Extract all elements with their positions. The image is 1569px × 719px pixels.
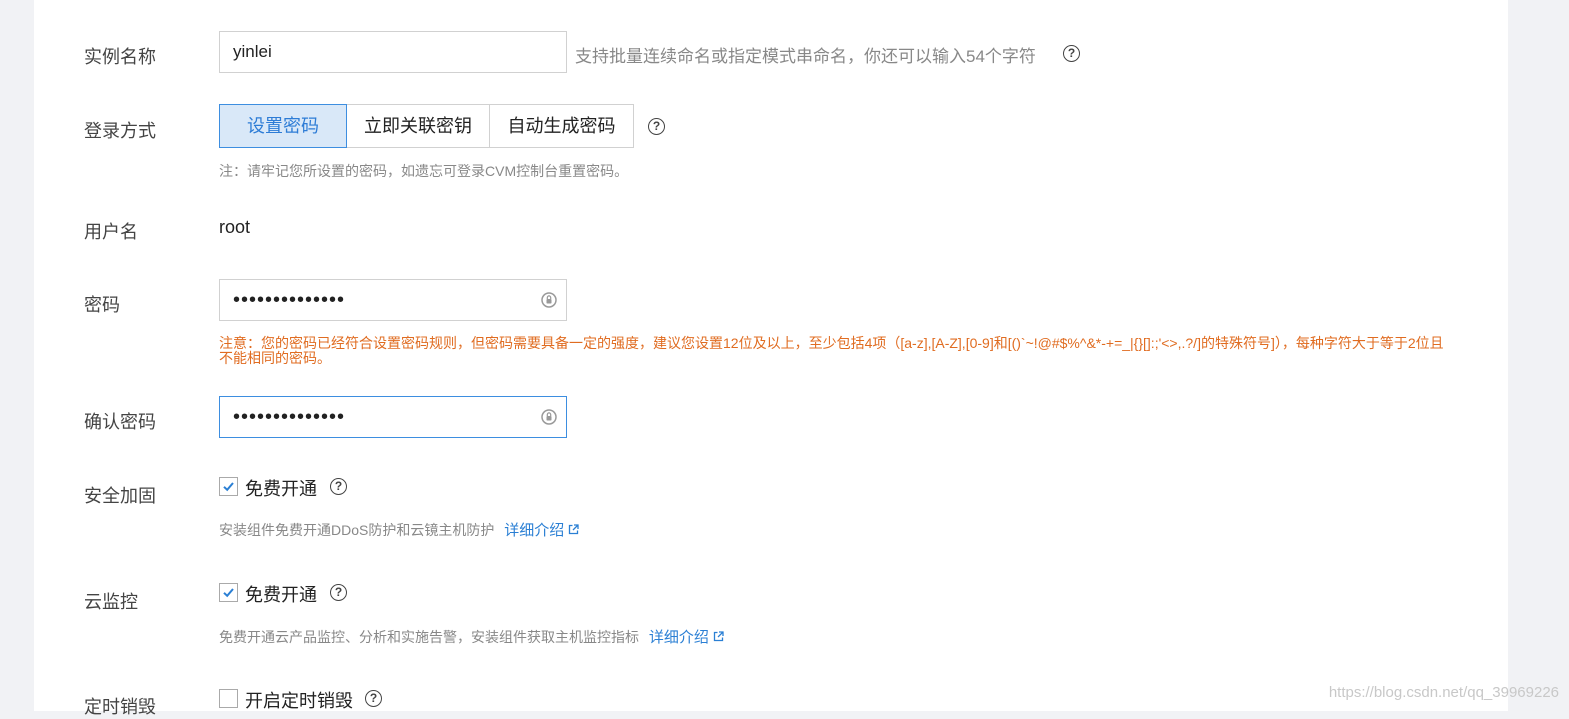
external-link-icon <box>713 631 724 642</box>
password-label: 密码 <box>84 295 120 315</box>
monitoring-checkbox-label[interactable]: 免费开通 <box>245 581 317 607</box>
help-icon[interactable]: ? <box>330 584 347 601</box>
tab-set-password[interactable]: 设置密码 <box>219 104 347 148</box>
eye-icon[interactable] <box>540 408 558 426</box>
monitoring-detail-link[interactable]: 详细介绍 <box>649 629 724 646</box>
instance-name-input[interactable]: yinlei <box>219 31 567 73</box>
help-icon[interactable]: ? <box>365 690 382 707</box>
password-warning: 注意：您的密码已经符合设置密码规则，但密码需要具备一定的强度，建议您设置12位及… <box>219 335 1444 366</box>
login-method-label: 登录方式 <box>84 121 156 141</box>
scheduled-destroy-checkbox-label[interactable]: 开启定时销毁 <box>245 687 353 713</box>
login-method-tabs: 设置密码 立即关联密钥 自动生成密码 <box>219 104 634 148</box>
password-value: •••••••••••••• <box>233 289 346 311</box>
username-label: 用户名 <box>84 222 138 242</box>
password-input[interactable]: •••••••••••••• <box>219 279 567 321</box>
external-link-icon <box>569 524 580 535</box>
monitoring-desc: 免费开通云产品监控、分析和实施告警，安装组件获取主机监控指标 <box>219 629 639 645</box>
monitoring-checkbox[interactable] <box>219 583 238 602</box>
help-icon[interactable]: ? <box>330 478 347 495</box>
help-icon[interactable]: ? <box>648 118 665 135</box>
scheduled-destroy-checkbox[interactable] <box>219 689 238 708</box>
username-value: root <box>219 217 251 237</box>
confirm-password-value: •••••••••••••• <box>233 406 346 428</box>
watermark: https://blog.csdn.net/qq_39969226 <box>1328 684 1559 701</box>
confirm-password-input[interactable]: •••••••••••••• <box>219 396 567 438</box>
check-icon <box>223 588 234 598</box>
login-method-note: 注：请牢记您所设置的密码，如遗忘可登录CVM控制台重置密码。 <box>219 163 629 179</box>
tab-bind-key[interactable]: 立即关联密钥 <box>347 104 490 148</box>
confirm-password-label: 确认密码 <box>84 412 156 432</box>
check-icon <box>223 482 234 492</box>
security-checkbox-label[interactable]: 免费开通 <box>245 475 317 501</box>
security-desc: 安装组件免费开通DDoS防护和云镜主机防护 <box>219 522 495 538</box>
scheduled-destroy-label: 定时销毁 <box>84 697 156 717</box>
security-label: 安全加固 <box>84 486 156 506</box>
security-checkbox[interactable] <box>219 477 238 496</box>
tab-auto-password[interactable]: 自动生成密码 <box>490 104 634 148</box>
help-icon[interactable]: ? <box>1063 45 1080 62</box>
instance-name-label: 实例名称 <box>84 47 156 67</box>
security-detail-link[interactable]: 详细介绍 <box>504 522 580 539</box>
eye-icon[interactable] <box>540 291 558 309</box>
monitoring-label: 云监控 <box>84 592 138 612</box>
instance-name-hint: 支持批量连续命名或指定模式串命名，你还可以输入54个字符 <box>575 47 1036 66</box>
